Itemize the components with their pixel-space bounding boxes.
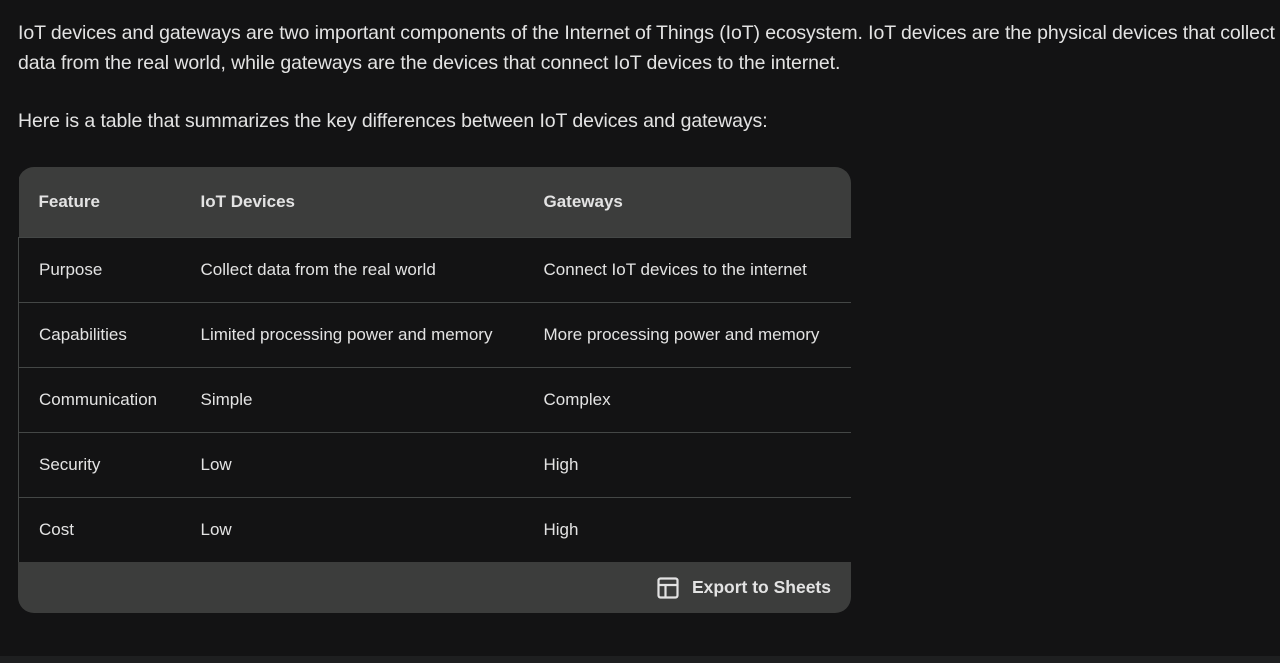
- table-cell: Low: [200, 454, 232, 474]
- table-cell: More processing power and memory: [523, 302, 851, 367]
- comparison-table: Feature IoT Devices Gateways Purpose Col…: [18, 167, 851, 562]
- table-row: Cost Low High: [18, 497, 851, 562]
- table-cell: Capabilities: [18, 302, 181, 367]
- comparison-table-card: Feature IoT Devices Gateways Purpose Col…: [18, 167, 851, 613]
- table-cell: High: [523, 497, 851, 562]
- header-iot-devices: IoT Devices: [200, 191, 296, 211]
- bottom-divider: [0, 656, 1280, 663]
- table-cell: Purpose: [18, 237, 181, 302]
- table-row: Communication Simple Complex: [18, 367, 851, 432]
- header-feature: Feature: [38, 191, 100, 211]
- export-to-sheets-label: Export to Sheets: [691, 577, 831, 597]
- export-to-sheets-button[interactable]: Export to Sheets: [656, 576, 831, 600]
- table-cell: Low: [200, 519, 232, 539]
- table-cell: High: [523, 432, 851, 497]
- table-row: Capabilities Limited processing power an…: [18, 302, 851, 367]
- table-cell: Simple: [200, 389, 253, 409]
- table-cell: Cost: [18, 497, 181, 562]
- table-lead-paragraph: Here is a table that summarizes the key …: [18, 110, 768, 132]
- table-cell: Communication: [18, 367, 181, 432]
- table-footer: Export to Sheets: [18, 562, 851, 613]
- intro-paragraph: IoT devices and gateways are two importa…: [18, 22, 1275, 74]
- table-cell: Complex: [523, 367, 851, 432]
- table-header-row: Feature IoT Devices Gateways: [18, 167, 851, 237]
- table-cell: Connect IoT devices to the internet: [523, 237, 851, 302]
- table-cell: Collect data from the real world: [200, 259, 436, 279]
- table-row: Purpose Collect data from the real world…: [18, 237, 851, 302]
- table-cell: Limited processing power and memory: [200, 324, 493, 344]
- table-cell: Security: [18, 432, 181, 497]
- sheets-table-icon: [656, 576, 680, 600]
- table-row: Security Low High: [18, 432, 851, 497]
- response-page: IoT devices and gateways are two importa…: [0, 0, 1280, 663]
- header-gateways: Gateways: [543, 191, 623, 211]
